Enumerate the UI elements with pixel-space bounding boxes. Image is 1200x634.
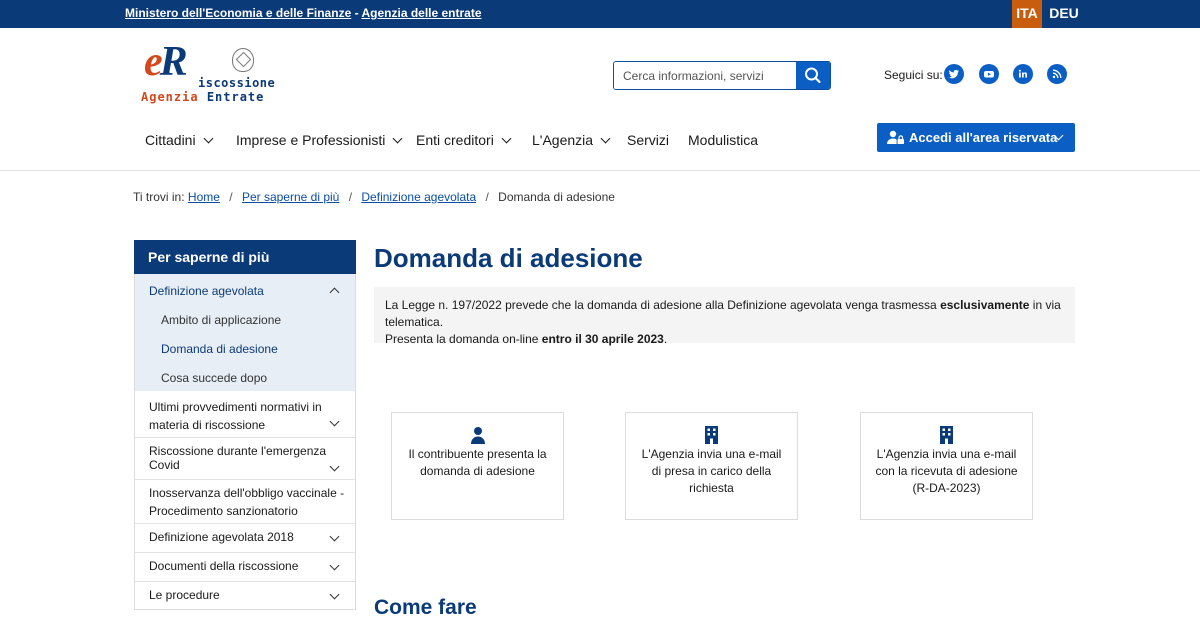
sidebar-item-definizione-agevolata[interactable]: Definizione agevolata — [149, 284, 264, 298]
nav-servizi[interactable]: Servizi — [627, 132, 669, 148]
step-card-2: L'Agenzia invia una e-mail di presa in c… — [625, 412, 798, 520]
sidebar-item-documenti[interactable]: Documenti della riscossione — [149, 559, 298, 573]
sidebar-item-definizione-2018[interactable]: Definizione agevolata 2018 — [149, 530, 294, 544]
logo-riscossione: iscossione — [198, 76, 276, 90]
sidebar-item-provvedimenti[interactable]: Ultimi provvedimenti normativi in materi… — [149, 398, 322, 434]
breadcrumb: Ti trovi in: Home / Per saperne di più /… — [133, 190, 615, 204]
notice-box: La Legge n. 197/2022 prevede che la doma… — [374, 287, 1075, 346]
search-button[interactable] — [796, 62, 830, 89]
chevron-up-icon[interactable] — [329, 287, 340, 298]
section-title-come-fare: Come fare — [374, 596, 477, 619]
breadcrumb-per-saperne[interactable]: Per saperne di più — [242, 190, 339, 204]
chevron-down-icon[interactable] — [329, 560, 340, 571]
search-input[interactable] — [614, 62, 798, 89]
nav-modulistica[interactable]: Modulistica — [688, 132, 758, 148]
step-card-3: L'Agenzia invia una e-mail con la ricevu… — [860, 412, 1033, 520]
step-card-text: L'Agenzia invia una e-mail di presa in c… — [641, 447, 782, 495]
logo-letters: eR — [144, 39, 188, 85]
search-icon — [805, 67, 821, 84]
sidebar-item-procedure[interactable]: Le procedure — [149, 588, 220, 602]
logo-agenzia-entrate: Agenzia Entrate — [141, 90, 265, 104]
linkedin-icon[interactable] — [1013, 64, 1033, 84]
site-logo[interactable]: eR iscossione Agenzia Entrate — [140, 39, 310, 106]
notice-line-2: Presenta la domanda on-line entro il 30 … — [385, 332, 668, 346]
chevron-down-icon — [392, 133, 403, 144]
building-icon — [940, 426, 953, 444]
search-box — [613, 61, 831, 90]
rss-icon[interactable] — [1047, 64, 1067, 84]
lang-deu[interactable]: DEU — [1046, 0, 1082, 28]
notice-line-1: La Legge n. 197/2022 prevede che la doma… — [385, 298, 1061, 329]
breadcrumb-definizione[interactable]: Definizione agevolata — [361, 190, 476, 204]
link-separator: - — [354, 6, 359, 20]
chevron-down-icon — [203, 133, 214, 144]
user-lock-icon — [887, 130, 904, 144]
social-label: Seguici su: — [884, 68, 943, 82]
sidebar-menu: Per saperne di più Definizione agevolata… — [134, 240, 356, 610]
sidebar-subitem-ambito[interactable]: Ambito di applicazione — [161, 313, 281, 327]
breadcrumb-home[interactable]: Home — [188, 190, 220, 204]
chevron-down-icon[interactable] — [329, 531, 340, 542]
top-bar: Ministero dell'Economia e delle Finanze … — [0, 0, 1200, 28]
sidebar-title: Per saperne di più — [134, 240, 356, 274]
user-icon — [471, 427, 485, 444]
chevron-down-icon[interactable] — [329, 589, 340, 600]
login-button[interactable]: Accedi all'area riservata — [877, 123, 1075, 152]
chevron-down-icon — [600, 133, 611, 144]
sidebar-item-obbligo-vaccinale[interactable]: Inosservanza dell'obbligo vaccinale - Pr… — [149, 484, 344, 520]
sidebar-open-section: Definizione agevolata Ambito di applicaz… — [135, 274, 355, 391]
breadcrumb-prefix: Ti trovi in: — [133, 190, 185, 204]
republic-emblem-icon — [232, 48, 254, 72]
sidebar-subitem-cosa-succede[interactable]: Cosa succede dopo — [161, 371, 267, 385]
step-card-text: Il contribuente presenta la domanda di a… — [408, 447, 547, 478]
chevron-down-icon[interactable] — [329, 416, 340, 427]
youtube-icon[interactable] — [979, 64, 999, 84]
header-divider — [0, 170, 1200, 171]
lang-ita[interactable]: ITA — [1012, 0, 1042, 28]
login-button-label: Accedi all'area riservata — [909, 130, 1058, 145]
breadcrumb-current: Domanda di adesione — [498, 190, 615, 204]
link-agenzia-entrate[interactable]: Agenzia delle entrate — [361, 6, 481, 20]
page-title: Domanda di adesione — [374, 243, 643, 273]
nav-imprese[interactable]: Imprese e Professionisti — [236, 132, 403, 148]
institutional-links: Ministero dell'Economia e delle Finanze … — [125, 6, 482, 20]
step-card-text: L'Agenzia invia una e-mail con la ricevu… — [875, 447, 1018, 495]
building-icon — [705, 426, 718, 444]
step-card-1: Il contribuente presenta la domanda di a… — [391, 412, 564, 520]
twitter-icon[interactable] — [944, 64, 964, 84]
link-mef[interactable]: Ministero dell'Economia e delle Finanze — [125, 6, 351, 20]
chevron-down-icon — [501, 133, 512, 144]
sidebar-item-covid[interactable]: Riscossione durante l'emergenza Covid — [149, 444, 355, 472]
nav-cittadini[interactable]: Cittadini — [145, 132, 214, 148]
nav-agenzia[interactable]: L'Agenzia — [532, 132, 611, 148]
sidebar-subitem-domanda[interactable]: Domanda di adesione — [161, 342, 278, 356]
nav-enti-creditori[interactable]: Enti creditori — [416, 132, 512, 148]
